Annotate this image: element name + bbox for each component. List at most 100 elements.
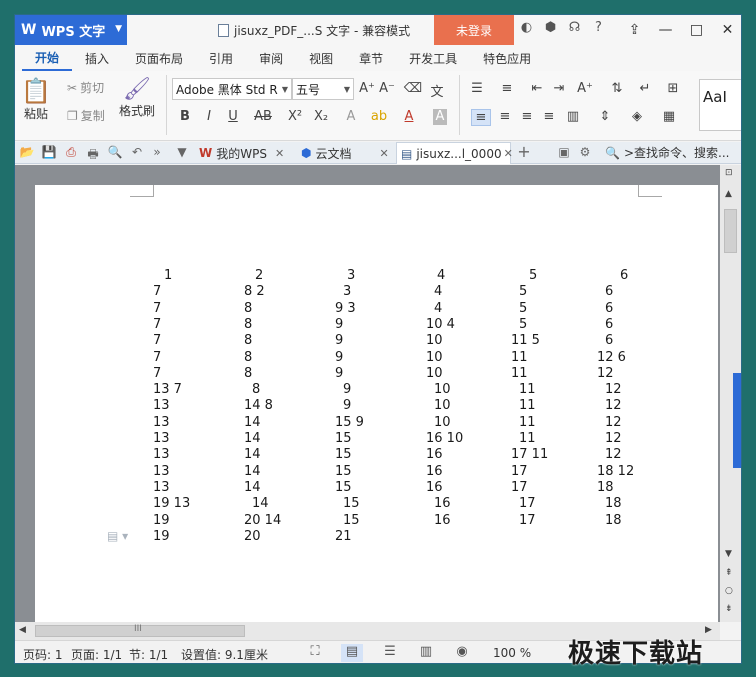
tab-special[interactable]: 特色应用 — [470, 45, 544, 71]
show-marks-icon[interactable]: ↵ — [635, 81, 655, 96]
scroll-right-icon[interactable]: ▶ — [705, 625, 712, 635]
text-effect-icon[interactable]: A — [341, 109, 361, 124]
help-icon[interactable]: ? — [590, 20, 607, 35]
document-text-cell: 9 — [335, 365, 344, 381]
browse-object-icon[interactable]: ○ — [725, 586, 733, 596]
maximize-button[interactable]: □ — [681, 15, 712, 45]
settings-icon[interactable]: ⚙ — [576, 145, 594, 159]
font-size-select[interactable]: 五号 ▼ — [292, 78, 354, 100]
tab-developer[interactable]: 开发工具 — [396, 45, 470, 71]
close-icon[interactable]: ✕ — [380, 147, 389, 160]
increase-indent-icon[interactable]: ⇥ — [549, 81, 569, 96]
scroll-thumb[interactable]: III — [35, 624, 245, 637]
italic-icon[interactable]: I — [199, 109, 219, 124]
next-page-icon[interactable]: ⇟ — [725, 604, 733, 614]
format-painter-button[interactable]: 🖌 格式刷 — [119, 77, 155, 119]
minimize-button[interactable]: — — [650, 15, 681, 45]
close-icon[interactable]: ✕ — [275, 147, 284, 160]
print-icon[interactable]: 🖶 — [84, 145, 102, 166]
export-pdf-icon[interactable]: ⎙ — [62, 145, 80, 160]
align-center-icon[interactable]: ≡ — [495, 109, 515, 124]
tab-cloud-docs[interactable]: ⬢ 云文档 ✕ — [297, 142, 393, 164]
save-icon[interactable]: 💾 — [40, 145, 58, 159]
document-text-cell: 14 — [244, 414, 261, 430]
outline-view-icon[interactable]: ☰ — [379, 644, 401, 662]
shrink-font-icon[interactable]: A⁻ — [377, 81, 397, 96]
document-text-cell: 13 7 — [153, 382, 182, 398]
web-view-icon[interactable]: ▥ — [415, 644, 437, 662]
bold-icon[interactable]: B — [175, 109, 195, 124]
grow-font-icon[interactable]: A⁺ — [357, 81, 377, 96]
tab-current-doc[interactable]: ▤ jisuxz...l_0000 ✕ — [396, 142, 513, 164]
char-shading-icon[interactable]: A — [433, 109, 447, 125]
font-family-select[interactable]: Adobe 黑体 Std R ▼ — [172, 78, 292, 100]
tab-view[interactable]: 视图 — [296, 45, 346, 71]
highlight-icon[interactable]: ab — [369, 109, 389, 124]
numbered-list-icon[interactable]: ≡ — [497, 81, 517, 96]
copy-button[interactable]: ❐ 复制 — [67, 107, 105, 124]
subscript-icon[interactable]: X₂ — [311, 109, 331, 124]
hexagon-icon[interactable]: ⬢ — [542, 20, 559, 35]
tab-review[interactable]: 审阅 — [246, 45, 296, 71]
fullscreen-icon[interactable]: ⛶ — [304, 644, 326, 662]
tab-my-wps[interactable]: W 我的WPS ✕ — [195, 142, 293, 164]
document-canvas[interactable]: 12345678 23456789 3 4 5 6 7 8 9 10 4 5 6 7 8 9 10 11 5… — [15, 165, 720, 622]
close-button[interactable]: ✕ — [712, 15, 741, 45]
chevron-down-icon[interactable]: ▼ — [173, 145, 191, 159]
feedback-icon[interactable]: ☊ — [566, 20, 583, 35]
document-text-cell: 10 4 — [426, 316, 455, 332]
tab-insert[interactable]: 插入 — [72, 45, 122, 71]
document-text-cell: 20 14 — [244, 512, 282, 528]
border-icon[interactable]: ▦ — [659, 109, 679, 124]
table-icon[interactable]: ⊞ — [663, 81, 683, 96]
tab-chapter[interactable]: 章节 — [346, 45, 396, 71]
underline-icon[interactable]: U — [223, 109, 243, 124]
undo-icon[interactable]: ↶ — [128, 145, 146, 159]
distribute-icon[interactable]: ▥ — [563, 109, 583, 124]
side-panel-toggle[interactable] — [733, 373, 741, 468]
style-gallery[interactable]: AaI — [699, 79, 741, 131]
decrease-indent-icon[interactable]: ⇤ — [527, 81, 547, 96]
superscript-icon[interactable]: X² — [285, 109, 305, 124]
more-icon[interactable]: » — [148, 145, 166, 159]
zoom-level[interactable]: 100 % — [493, 646, 531, 660]
phonetic-icon[interactable]: 文 — [427, 81, 447, 100]
change-case-icon[interactable]: A⁺ — [575, 81, 595, 96]
align-left-icon[interactable]: ≡ — [471, 109, 491, 126]
scroll-thumb[interactable] — [724, 209, 737, 253]
tab-page-layout[interactable]: 页面布局 — [122, 45, 196, 71]
scroll-up-icon[interactable]: ▲ — [725, 189, 732, 199]
open-icon[interactable]: 📂 — [18, 145, 36, 159]
page-view-icon[interactable]: ▤ — [341, 644, 363, 662]
skin-icon[interactable]: ◐ — [518, 20, 535, 35]
command-search[interactable]: 🔍 >查找命令、搜索... — [605, 144, 729, 161]
screen-icon[interactable]: ▣ — [555, 145, 573, 159]
line-spacing-icon[interactable]: ⇕ — [595, 109, 615, 124]
sort-icon[interactable]: ⇅ — [607, 81, 627, 96]
justify-icon[interactable]: ≡ — [539, 109, 559, 124]
tab-references[interactable]: 引用 — [196, 45, 246, 71]
paste-button[interactable]: 📋 粘贴 — [21, 77, 51, 122]
scroll-top-icon[interactable]: ⊡ — [725, 168, 733, 178]
strikethrough-icon[interactable]: AB — [253, 109, 273, 124]
cut-button[interactable]: ✂ 剪切 — [67, 79, 104, 96]
upload-icon[interactable]: ⇪ — [619, 15, 650, 45]
tab-start[interactable]: 开始 — [22, 45, 73, 71]
prev-page-icon[interactable]: ⇞ — [725, 568, 733, 578]
scroll-left-icon[interactable]: ◀ — [19, 625, 26, 635]
close-icon[interactable]: ✕ — [504, 147, 513, 160]
font-color-icon[interactable]: A — [399, 109, 419, 124]
align-right-icon[interactable]: ≡ — [517, 109, 537, 124]
document-page[interactable]: 12345678 23456789 3 4 5 6 7 8 9 10 4 5 6 7 8 9 10 11 5… — [35, 185, 718, 622]
print-preview-icon[interactable]: 🔍 — [106, 145, 124, 159]
scroll-down-icon[interactable]: ▼ — [725, 549, 732, 559]
protect-icon[interactable]: ◉ — [451, 644, 473, 662]
document-text-cell: 4 — [434, 284, 443, 300]
paragraph-icon[interactable]: ▤ ▾ — [107, 529, 128, 543]
bullet-list-icon[interactable]: ☰ — [467, 81, 487, 96]
shading-icon[interactable]: ◈ — [627, 109, 647, 124]
clear-format-icon[interactable]: ⌫ — [403, 81, 423, 96]
app-menu-button[interactable]: W WPS 文字 ▼ — [15, 15, 127, 45]
login-button[interactable]: 未登录 — [434, 15, 514, 45]
new-tab-icon[interactable]: + — [515, 142, 533, 161]
